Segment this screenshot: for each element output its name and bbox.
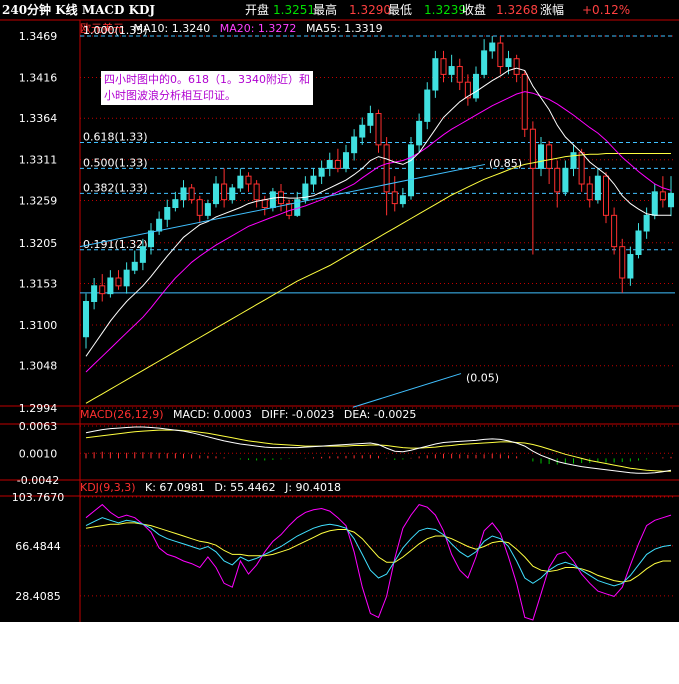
candle-body (578, 152, 585, 185)
candle-body (318, 167, 325, 177)
candle-body (375, 113, 382, 146)
dea-line (85, 429, 671, 472)
candle-body (310, 175, 317, 185)
candle-body (245, 175, 252, 185)
candle-body (237, 175, 244, 189)
kdj-tick-label: 66.4844 (15, 540, 61, 553)
candle-body (554, 167, 561, 193)
candle-body (253, 183, 260, 201)
price-tick-label: 1.3416 (19, 72, 58, 85)
candle-body (269, 191, 276, 209)
candle-body (481, 50, 488, 75)
candle-body (351, 136, 358, 154)
candle-body (261, 199, 268, 209)
candle-body (212, 183, 220, 205)
diff-line (85, 426, 672, 474)
candle-body (82, 300, 90, 338)
candle-body (602, 175, 610, 216)
candle-body (619, 246, 626, 279)
price-tick-label: 1.3205 (19, 237, 58, 250)
trendline-label-lower: (0.05) (466, 371, 499, 384)
candle-body (505, 58, 512, 68)
candle-body (359, 124, 366, 138)
candle-body (180, 187, 187, 201)
candle-body (489, 42, 496, 52)
candle-body (635, 230, 642, 256)
candle-body (91, 285, 98, 302)
candle-body (521, 73, 528, 130)
price-tick-label: 1.3048 (19, 360, 58, 373)
fib-level-label: 0.500(1.33) (83, 156, 148, 169)
candle-body (139, 246, 146, 263)
candle-body (562, 167, 569, 193)
price-tick-label: 1.2994 (19, 402, 58, 415)
candle-body (659, 191, 666, 201)
price-tick-label: 1.3311 (19, 154, 58, 167)
candle-body (286, 203, 293, 216)
candle-body (367, 113, 374, 126)
candle-body (643, 214, 650, 232)
candle-body (448, 66, 455, 75)
candle-body (196, 199, 203, 216)
kdj-tick-label: 103.7670 (12, 491, 65, 504)
candle-body (99, 285, 106, 295)
candle-body (497, 42, 504, 68)
candle-body (147, 230, 155, 248)
kdj-j-line (85, 503, 672, 621)
annotation-box: 四小时图中的0。618（1。3340附近）和小时图波浪分析相互印证。 (101, 71, 313, 105)
candle-body (164, 207, 171, 220)
candle-body (472, 73, 480, 99)
candle-body (204, 203, 211, 216)
candle-body (131, 261, 138, 271)
candle-body (188, 187, 195, 201)
candle-body (667, 192, 675, 208)
candle-body (399, 195, 406, 205)
fib-level-label: 1.000(1.35) (83, 24, 148, 37)
candle-body (334, 160, 341, 169)
candle-body (221, 183, 228, 201)
candle-body (416, 120, 423, 146)
trendline-label-upper: (0.85) (489, 157, 522, 170)
candle-body (107, 277, 114, 295)
ma55-line (85, 153, 671, 404)
candle-body (342, 152, 350, 169)
candle-body (172, 199, 179, 209)
candle-body (537, 144, 545, 169)
kline-chart[interactable]: 240分钟 K线 MACD KDJ 开盘 1.3251 最高 1.3290 最低… (0, 0, 679, 622)
candle-body (424, 89, 431, 122)
price-tick-label: 1.3100 (19, 319, 58, 332)
macd-tick-label: 0.0010 (19, 447, 58, 460)
candle-body (156, 218, 163, 232)
candle-body (513, 58, 520, 75)
candle-body (651, 191, 658, 216)
candle-body (229, 187, 236, 201)
kdj-tick-label: 28.4085 (15, 590, 61, 603)
trend-line-upper (79, 163, 486, 248)
price-tick-label: 1.3469 (19, 30, 58, 43)
candle-body (570, 152, 577, 169)
candle-body (611, 214, 618, 248)
fib-level-label: 0.382(1.33) (83, 181, 148, 194)
candle-body (456, 66, 463, 83)
candle-body (627, 254, 634, 279)
price-tick-label: 1.3153 (19, 277, 58, 290)
macd-tick-label: -0.0042 (17, 474, 59, 487)
price-tick-label: 1.3364 (19, 112, 58, 125)
macd-tick-label: 0.0063 (19, 420, 58, 433)
candle-body (432, 58, 439, 91)
fib-level-label: 0.618(1.33) (83, 131, 148, 144)
candle-body (440, 58, 447, 75)
candle-body (586, 183, 593, 201)
candle-body (391, 191, 398, 205)
candle-body (594, 175, 601, 201)
candle-body (326, 160, 333, 169)
price-tick-label: 1.3259 (19, 194, 58, 207)
kdj-d-line (85, 522, 671, 583)
candle-body (546, 144, 553, 169)
trend-line-lower (352, 373, 462, 408)
candle-body (123, 269, 130, 287)
candle-body (115, 277, 122, 287)
candle-body (407, 144, 415, 197)
